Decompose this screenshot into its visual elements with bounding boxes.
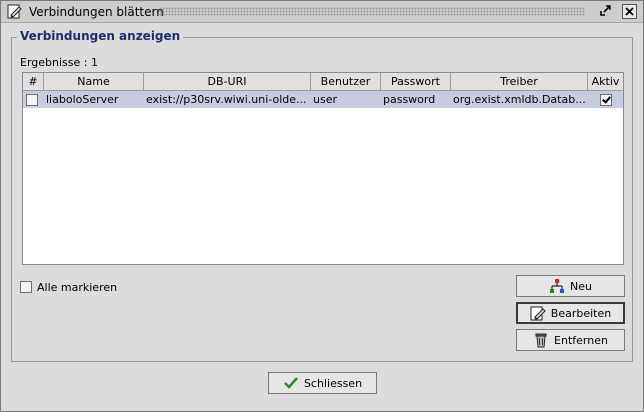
edit-icon: [530, 305, 546, 321]
column-header-index[interactable]: #: [23, 73, 44, 90]
results-count: Ergebnisse : 1: [20, 56, 98, 69]
connections-window: Verbindungen blättern Verbindungen anzei…: [0, 0, 644, 412]
table-header: # Name DB-URI Benutzer Passwort Treiber …: [23, 73, 623, 91]
close-icon[interactable]: [622, 4, 637, 19]
close-button[interactable]: Schliessen: [268, 372, 377, 394]
row-select-cell[interactable]: [23, 91, 44, 108]
cell-driver: org.exist.xmldb.Datab...: [453, 93, 586, 106]
active-checkbox[interactable]: [600, 94, 612, 106]
mark-all-checkbox[interactable]: [20, 281, 32, 293]
connections-table: # Name DB-URI Benutzer Passwort Treiber …: [22, 72, 624, 265]
trash-icon: [533, 332, 549, 348]
remove-button[interactable]: Entfernen: [516, 329, 625, 351]
column-header-password[interactable]: Passwort: [381, 73, 451, 90]
column-header-driver[interactable]: Treiber: [451, 73, 588, 90]
title-bar[interactable]: Verbindungen blättern: [1, 1, 643, 23]
column-header-name[interactable]: Name: [44, 73, 144, 90]
window-title: Verbindungen blättern: [29, 5, 164, 19]
restore-icon[interactable]: [597, 4, 612, 19]
edit-document-icon: [7, 4, 23, 19]
row-select-checkbox[interactable]: [26, 94, 38, 106]
title-grip: [159, 7, 585, 16]
column-header-db-uri[interactable]: DB-URI: [144, 73, 311, 90]
network-add-icon: [549, 278, 565, 294]
cell-name: liaboloServer: [46, 93, 119, 106]
cell-user: user: [313, 93, 337, 106]
cell-db-uri: exist://p30srv.wiwi.uni-olde...: [146, 93, 307, 106]
table-row[interactable]: liaboloServer exist://p30srv.wiwi.uni-ol…: [23, 91, 623, 108]
column-header-user[interactable]: Benutzer: [311, 73, 381, 90]
edit-button[interactable]: Bearbeiten: [516, 302, 625, 324]
mark-all-label[interactable]: Alle markieren: [37, 281, 117, 294]
close-button-label: Schliessen: [303, 376, 363, 390]
new-button[interactable]: Neu: [516, 275, 625, 297]
cell-active[interactable]: [588, 91, 623, 108]
cell-password: password: [383, 93, 436, 106]
checkmark-icon: [283, 375, 299, 391]
remove-button-label: Entfernen: [554, 333, 608, 347]
new-button-label: Neu: [570, 279, 592, 293]
column-header-active[interactable]: Aktiv: [588, 73, 623, 90]
group-title: Verbindungen anzeigen: [17, 29, 184, 43]
edit-button-label: Bearbeiten: [550, 306, 612, 320]
